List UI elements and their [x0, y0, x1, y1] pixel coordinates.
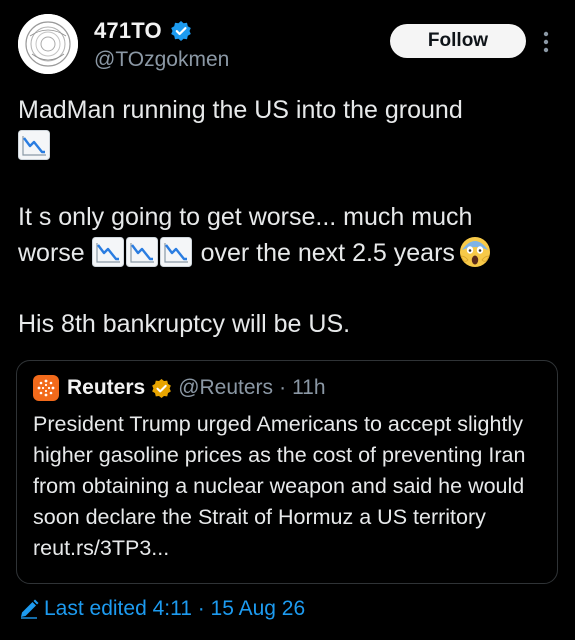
tweet-line-2b-post: over the next 2.5 years: [200, 239, 455, 267]
display-name[interactable]: 471TO: [94, 18, 162, 44]
tweet-line-3: His 8th bankruptcy will be US.: [18, 310, 351, 338]
quoted-tweet[interactable]: Reuters @Reuters · 11h President Trump u…: [16, 360, 558, 584]
quoted-author-handle[interactable]: @Reuters: [178, 376, 273, 400]
last-edited-text: Last edited 4:11 · 15 Aug 26: [44, 597, 306, 620]
tweet: 471TO @TOzgokmen Follow MadMan running t…: [0, 0, 575, 640]
tweet-line-2a: It s only going to get worse... much muc…: [18, 203, 473, 231]
author-names: 471TO @TOzgokmen: [94, 16, 229, 72]
reuters-logo-icon: [33, 375, 59, 401]
separator-dot: ·: [279, 376, 287, 399]
gold-verified-badge-icon: [151, 378, 172, 399]
chart-decreasing-icon: [91, 237, 124, 267]
display-name-row: 471TO: [94, 16, 229, 46]
tweet-paragraph-2: It s only going to get worse... much muc…: [18, 199, 563, 271]
tweet-text: MadMan running the US into the ground It…: [18, 92, 563, 342]
tweet-header: 471TO @TOzgokmen Follow: [18, 12, 558, 76]
quoted-tweet-text: President Trump urged Americans to accep…: [33, 412, 526, 560]
quoted-tweet-header: Reuters @Reuters · 11h: [33, 373, 326, 403]
chart-decreasing-icon: [125, 237, 158, 267]
tweet-line-1: MadMan running the US into the ground: [18, 96, 463, 124]
follow-button[interactable]: Follow: [390, 24, 526, 58]
face-screaming-in-fear-icon: [459, 236, 491, 268]
verified-badge-icon[interactable]: [170, 20, 192, 42]
more-vertical-icon[interactable]: [536, 28, 556, 56]
quoted-timestamp[interactable]: 11h: [292, 376, 325, 400]
tweet-paragraph-1: MadMan running the US into the ground: [18, 92, 563, 164]
quoted-author-name[interactable]: Reuters: [67, 376, 145, 400]
chart-decreasing-icon: [159, 237, 192, 267]
tweet-paragraph-3: His 8th bankruptcy will be US.: [18, 306, 563, 342]
pencil-icon: [18, 598, 40, 620]
author-handle[interactable]: @TOzgokmen: [94, 48, 229, 72]
avatar[interactable]: [18, 14, 78, 74]
tweet-line-2b-pre: worse: [18, 239, 85, 267]
chart-decreasing-icon: [18, 130, 50, 160]
edit-history-link[interactable]: Last edited 4:11 · 15 Aug 26: [18, 597, 305, 621]
